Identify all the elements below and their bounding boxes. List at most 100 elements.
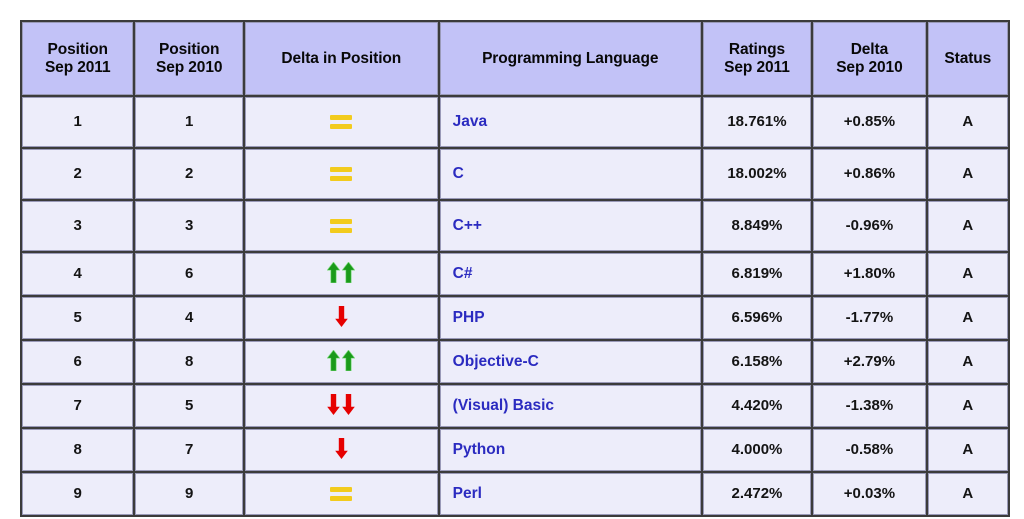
column-header-programming-language: Programming Language [439, 22, 701, 95]
cell-position-sep-2010: 2 [135, 149, 243, 199]
cell-delta-in-position [244, 385, 438, 427]
table-row: 5 4 PHP 6.596% -1.77% A [22, 297, 1008, 339]
cell-delta-in-position [244, 201, 438, 251]
cell-ratings: 8.849% [702, 201, 812, 251]
cell-programming-language[interactable]: Perl [439, 473, 701, 515]
column-header-delta-sep-2010: Delta Sep 2010 [813, 22, 926, 95]
table-row: 1 1 Java 18.761% +0.85% A [22, 97, 1008, 147]
arrow-up-icon [327, 349, 356, 373]
cell-programming-language[interactable]: Python [439, 429, 701, 471]
equal-icon [330, 162, 353, 186]
cell-delta-percent: +0.85% [813, 97, 926, 147]
table-row: 6 8 Objective-C 6.158% +2.79% A [22, 341, 1008, 383]
arrow-down-icon [334, 305, 348, 329]
cell-position-sep-2011: 8 [22, 429, 134, 471]
cell-delta-in-position [244, 97, 438, 147]
cell-position-sep-2011: 2 [22, 149, 134, 199]
page-root: Position Sep 2011 Position Sep 2010 Delt… [0, 0, 1024, 519]
cell-status: A [927, 97, 1008, 147]
cell-delta-percent: -1.77% [813, 297, 926, 339]
cell-delta-percent: -1.38% [813, 385, 926, 427]
cell-ratings: 4.420% [702, 385, 812, 427]
cell-position-sep-2011: 9 [22, 473, 134, 515]
cell-position-sep-2010: 8 [135, 341, 243, 383]
cell-position-sep-2011: 5 [22, 297, 134, 339]
cell-position-sep-2010: 7 [135, 429, 243, 471]
arrow-down-icon [334, 437, 348, 461]
column-header-line2: Sep 2010 [836, 58, 903, 76]
cell-delta-in-position [244, 341, 438, 383]
equal-icon [330, 110, 353, 134]
table-row: 2 2 C 18.002% +0.86% A [22, 149, 1008, 199]
cell-delta-in-position [244, 429, 438, 471]
cell-position-sep-2011: 6 [22, 341, 134, 383]
cell-position-sep-2011: 1 [22, 97, 134, 147]
cell-position-sep-2010: 5 [135, 385, 243, 427]
cell-position-sep-2010: 9 [135, 473, 243, 515]
table-row: 4 6 C# 6.819% +1.80% A [22, 253, 1008, 295]
column-header-line2: Sep 2011 [44, 58, 111, 76]
table-body: 1 1 Java 18.761% +0.85% A 2 2 C 18.002% +0.86% A 3 3 C… [22, 97, 1008, 515]
table-row: 8 7 Python 4.000% -0.58% A [22, 429, 1008, 471]
column-header-line1: Position [47, 40, 108, 58]
cell-delta-in-position [244, 253, 438, 295]
column-header-line1: Status [944, 49, 992, 67]
table-header: Position Sep 2011 Position Sep 2010 Delt… [22, 22, 1008, 95]
cell-programming-language[interactable]: Objective-C [439, 341, 701, 383]
cell-status: A [927, 253, 1008, 295]
table-row: 7 5 (Visual) Basic 4.420% -1.38% A [22, 385, 1008, 427]
column-header-line2: Sep 2011 [724, 58, 790, 76]
arrow-down-icon [327, 393, 356, 417]
cell-delta-percent: +1.80% [813, 253, 926, 295]
column-header-line1: Ratings [728, 40, 786, 58]
cell-position-sep-2011: 4 [22, 253, 134, 295]
column-header-position-sep-2010: Position Sep 2010 [135, 22, 243, 95]
cell-status: A [927, 385, 1008, 427]
table-row: 9 9 Perl 2.472% +0.03% A [22, 473, 1008, 515]
cell-position-sep-2011: 7 [22, 385, 134, 427]
column-header-line1: Delta [850, 40, 889, 58]
cell-ratings: 6.158% [702, 341, 812, 383]
cell-ratings: 18.002% [702, 149, 812, 199]
column-header-line1: Delta in Position [281, 49, 402, 67]
cell-status: A [927, 341, 1008, 383]
cell-programming-language[interactable]: Java [439, 97, 701, 147]
cell-programming-language[interactable]: C# [439, 253, 701, 295]
cell-position-sep-2010: 6 [135, 253, 243, 295]
cell-status: A [927, 201, 1008, 251]
arrow-up-icon [327, 261, 356, 285]
cell-delta-in-position [244, 473, 438, 515]
cell-ratings: 6.596% [702, 297, 812, 339]
cell-delta-percent: -0.96% [813, 201, 926, 251]
cell-status: A [927, 297, 1008, 339]
cell-ratings: 6.819% [702, 253, 812, 295]
cell-programming-language[interactable]: C++ [439, 201, 701, 251]
table-header-row: Position Sep 2011 Position Sep 2010 Delt… [22, 22, 1008, 95]
column-header-status: Status [927, 22, 1008, 95]
cell-position-sep-2010: 3 [135, 201, 243, 251]
cell-delta-percent: +0.86% [813, 149, 926, 199]
cell-status: A [927, 473, 1008, 515]
cell-delta-in-position [244, 297, 438, 339]
table-row: 3 3 C++ 8.849% -0.96% A [22, 201, 1008, 251]
cell-programming-language[interactable]: (Visual) Basic [439, 385, 701, 427]
cell-ratings: 18.761% [702, 97, 812, 147]
cell-delta-percent: -0.58% [813, 429, 926, 471]
equal-icon [330, 214, 353, 238]
cell-delta-in-position [244, 149, 438, 199]
cell-position-sep-2011: 3 [22, 201, 134, 251]
column-header-position-sep-2011: Position Sep 2011 [22, 22, 134, 95]
equal-icon [330, 482, 353, 506]
cell-delta-percent: +0.03% [813, 473, 926, 515]
cell-programming-language[interactable]: PHP [439, 297, 701, 339]
cell-position-sep-2010: 1 [135, 97, 243, 147]
cell-status: A [927, 429, 1008, 471]
cell-programming-language[interactable]: C [439, 149, 701, 199]
column-header-line1: Position [159, 40, 220, 58]
cell-ratings: 2.472% [702, 473, 812, 515]
column-header-delta-in-position: Delta in Position [244, 22, 438, 95]
cell-ratings: 4.000% [702, 429, 812, 471]
column-header-line2: Sep 2010 [155, 58, 223, 76]
cell-status: A [927, 149, 1008, 199]
column-header-line1: Programming Language [482, 49, 659, 67]
